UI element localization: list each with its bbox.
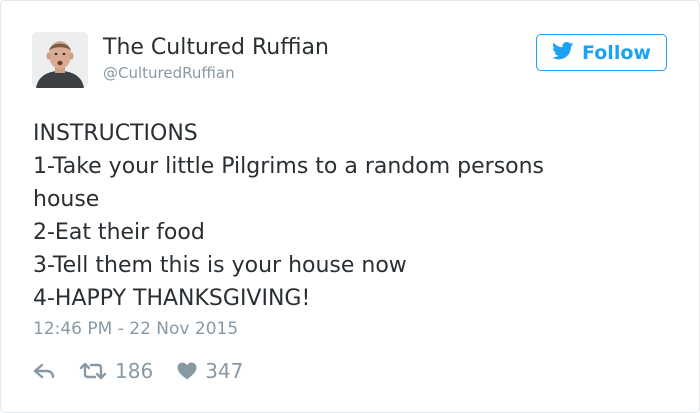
retweet-count: 186 — [115, 359, 154, 383]
avatar-photo — [32, 32, 88, 88]
heart-icon — [177, 362, 197, 380]
reply-button[interactable] — [33, 362, 55, 380]
author-display-name[interactable]: The Cultured Ruffian — [103, 34, 329, 62]
tweet-text: INSTRUCTIONS 1-Take your little Pilgrims… — [33, 117, 673, 315]
reply-icon — [33, 362, 55, 380]
follow-button-label: Follow — [582, 41, 651, 64]
tweet-actions: 186 347 — [33, 358, 243, 384]
twitter-bird-icon — [552, 41, 574, 64]
tweet-line: 4-HAPPY THANKSGIVING! — [33, 286, 311, 311]
tweet-line: 2-Eat their food — [33, 220, 205, 245]
like-count: 347 — [205, 359, 244, 383]
tweet-line: 3-Tell them this is your house now — [33, 253, 407, 278]
retweet-icon — [79, 361, 107, 381]
tweet-line: INSTRUCTIONS — [33, 121, 198, 146]
tweet-card: The Cultured Ruffian @CulturedRuffian Fo… — [0, 0, 700, 413]
like-button[interactable]: 347 — [177, 359, 243, 383]
author-handle[interactable]: @CulturedRuffian — [103, 63, 235, 83]
tweet-timestamp[interactable]: 12:46 PM - 22 Nov 2015 — [33, 318, 238, 340]
tweet-line: 1-Take your little Pilgrims to a random … — [33, 154, 545, 179]
follow-button[interactable]: Follow — [536, 34, 667, 71]
avatar[interactable] — [32, 32, 88, 88]
tweet-line: house — [33, 187, 100, 212]
retweet-button[interactable]: 186 — [79, 359, 153, 383]
